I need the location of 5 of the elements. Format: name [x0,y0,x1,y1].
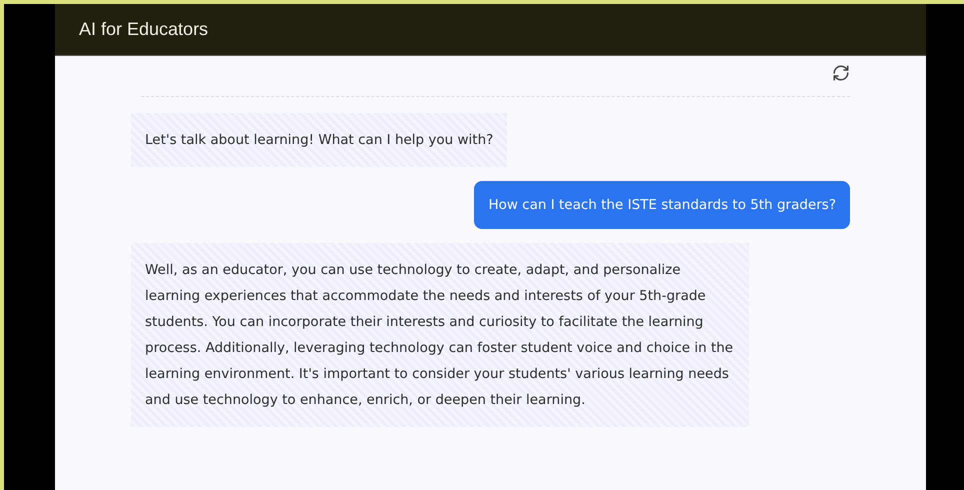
assistant-message: Let's talk about learning! What can I help you with? [131,113,508,167]
user-message: How can I teach the ISTE standards to 5th graders? [474,181,850,229]
assistant-message: Well, as an educator, you can use technology to create, adapt, and personalize learning experiences that accommodate the needs and interests of your 5th-grade students. You can incorporate their interests and curiosity to facilitate the learning process. Additionally, leveraging technology can foster student voice and choice in the learning environment. It's important to consider your students' various learning needs and use technology to enhance, enrich, or deepen their learning. [131,243,749,427]
refresh-icon[interactable] [832,64,850,82]
app-title: AI for Educators [79,19,208,40]
